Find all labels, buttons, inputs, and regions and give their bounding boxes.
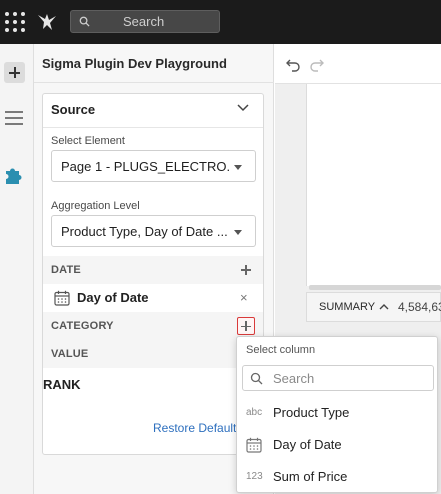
select-element-label: Select Element — [51, 135, 125, 147]
chevron-down-icon[interactable] — [237, 104, 249, 112]
undo-icon[interactable] — [285, 56, 301, 72]
select-element-value: Page 1 - PLUGS_ELECTRO... — [61, 159, 229, 174]
caret-down-icon — [234, 165, 242, 170]
source-divider — [43, 127, 263, 128]
select-element-dropdown[interactable]: Page 1 - PLUGS_ELECTRO... — [51, 150, 256, 182]
select-column-dropdown: Select column Search abc Product Type Da… — [236, 336, 438, 493]
source-card: Source Select Element Page 1 - PLUGS_ELE… — [42, 93, 264, 455]
value-section-header: VALUE — [43, 340, 263, 368]
restore-defaults-link[interactable]: Restore Default V — [153, 421, 248, 435]
global-search-placeholder: Search — [123, 14, 165, 29]
summary-bar: SUMMARY 4,584,63 — [306, 292, 441, 322]
aggregation-level-value: Product Type, Day of Date ... — [61, 224, 228, 239]
search-icon — [79, 16, 90, 27]
summary-value: 4,584,63 — [398, 300, 441, 314]
element-list-icon[interactable] — [5, 110, 25, 128]
add-category-column-button[interactable] — [237, 317, 255, 335]
column-option-label: Sum of Price — [273, 469, 348, 484]
redo-icon[interactable] — [309, 56, 325, 72]
left-rail — [0, 44, 34, 494]
add-element-button[interactable] — [4, 62, 25, 83]
aggregation-level-label: Aggregation Level — [51, 200, 140, 212]
calendar-icon — [246, 437, 262, 453]
summary-label: SUMMARY — [319, 301, 376, 313]
column-search-input[interactable]: Search — [242, 365, 434, 391]
global-search-input[interactable]: Search — [70, 10, 220, 33]
column-option[interactable]: abc Product Type — [237, 398, 437, 428]
value-section-label: VALUE — [51, 348, 89, 360]
column-option[interactable]: Day of Date — [237, 430, 437, 460]
calendar-icon — [54, 290, 70, 306]
source-title: Source — [51, 102, 96, 117]
category-section-label: CATEGORY — [51, 320, 114, 332]
category-section-header: CATEGORY — [43, 312, 263, 340]
top-bar: Search — [0, 0, 441, 44]
number-type-icon: 123 — [246, 471, 263, 482]
date-section-header: DATE — [43, 256, 263, 284]
date-column-row[interactable]: Day of Date × — [43, 284, 263, 312]
sigma-logo-icon[interactable] — [35, 10, 59, 34]
visualization-area[interactable] — [306, 84, 441, 286]
chevron-up-icon[interactable] — [379, 303, 389, 310]
horizontal-scrollbar[interactable] — [309, 285, 441, 290]
column-search-placeholder: Search — [273, 371, 315, 386]
canvas-toolbar — [275, 44, 441, 84]
column-option[interactable]: 123 Sum of Price — [237, 462, 437, 492]
panel-divider — [34, 82, 274, 83]
column-option-label: Product Type — [273, 405, 350, 420]
add-date-column-button[interactable] — [237, 261, 255, 279]
plugin-puzzle-icon[interactable] — [2, 164, 24, 186]
rank-section-label: RANK — [43, 377, 81, 392]
remove-date-column-button[interactable]: × — [240, 290, 248, 305]
date-column-name: Day of Date — [77, 290, 149, 305]
panel-title: Sigma Plugin Dev Playground — [42, 56, 227, 71]
text-type-icon: abc — [246, 407, 263, 418]
apps-grid-icon[interactable] — [4, 11, 26, 33]
column-option-label: Day of Date — [273, 437, 342, 452]
caret-down-icon — [234, 230, 242, 235]
dropdown-title: Select column — [246, 344, 316, 356]
source-header[interactable]: Source — [43, 94, 263, 124]
search-icon — [250, 372, 263, 385]
date-section-label: DATE — [51, 264, 81, 276]
aggregation-level-dropdown[interactable]: Product Type, Day of Date ... — [51, 215, 256, 247]
